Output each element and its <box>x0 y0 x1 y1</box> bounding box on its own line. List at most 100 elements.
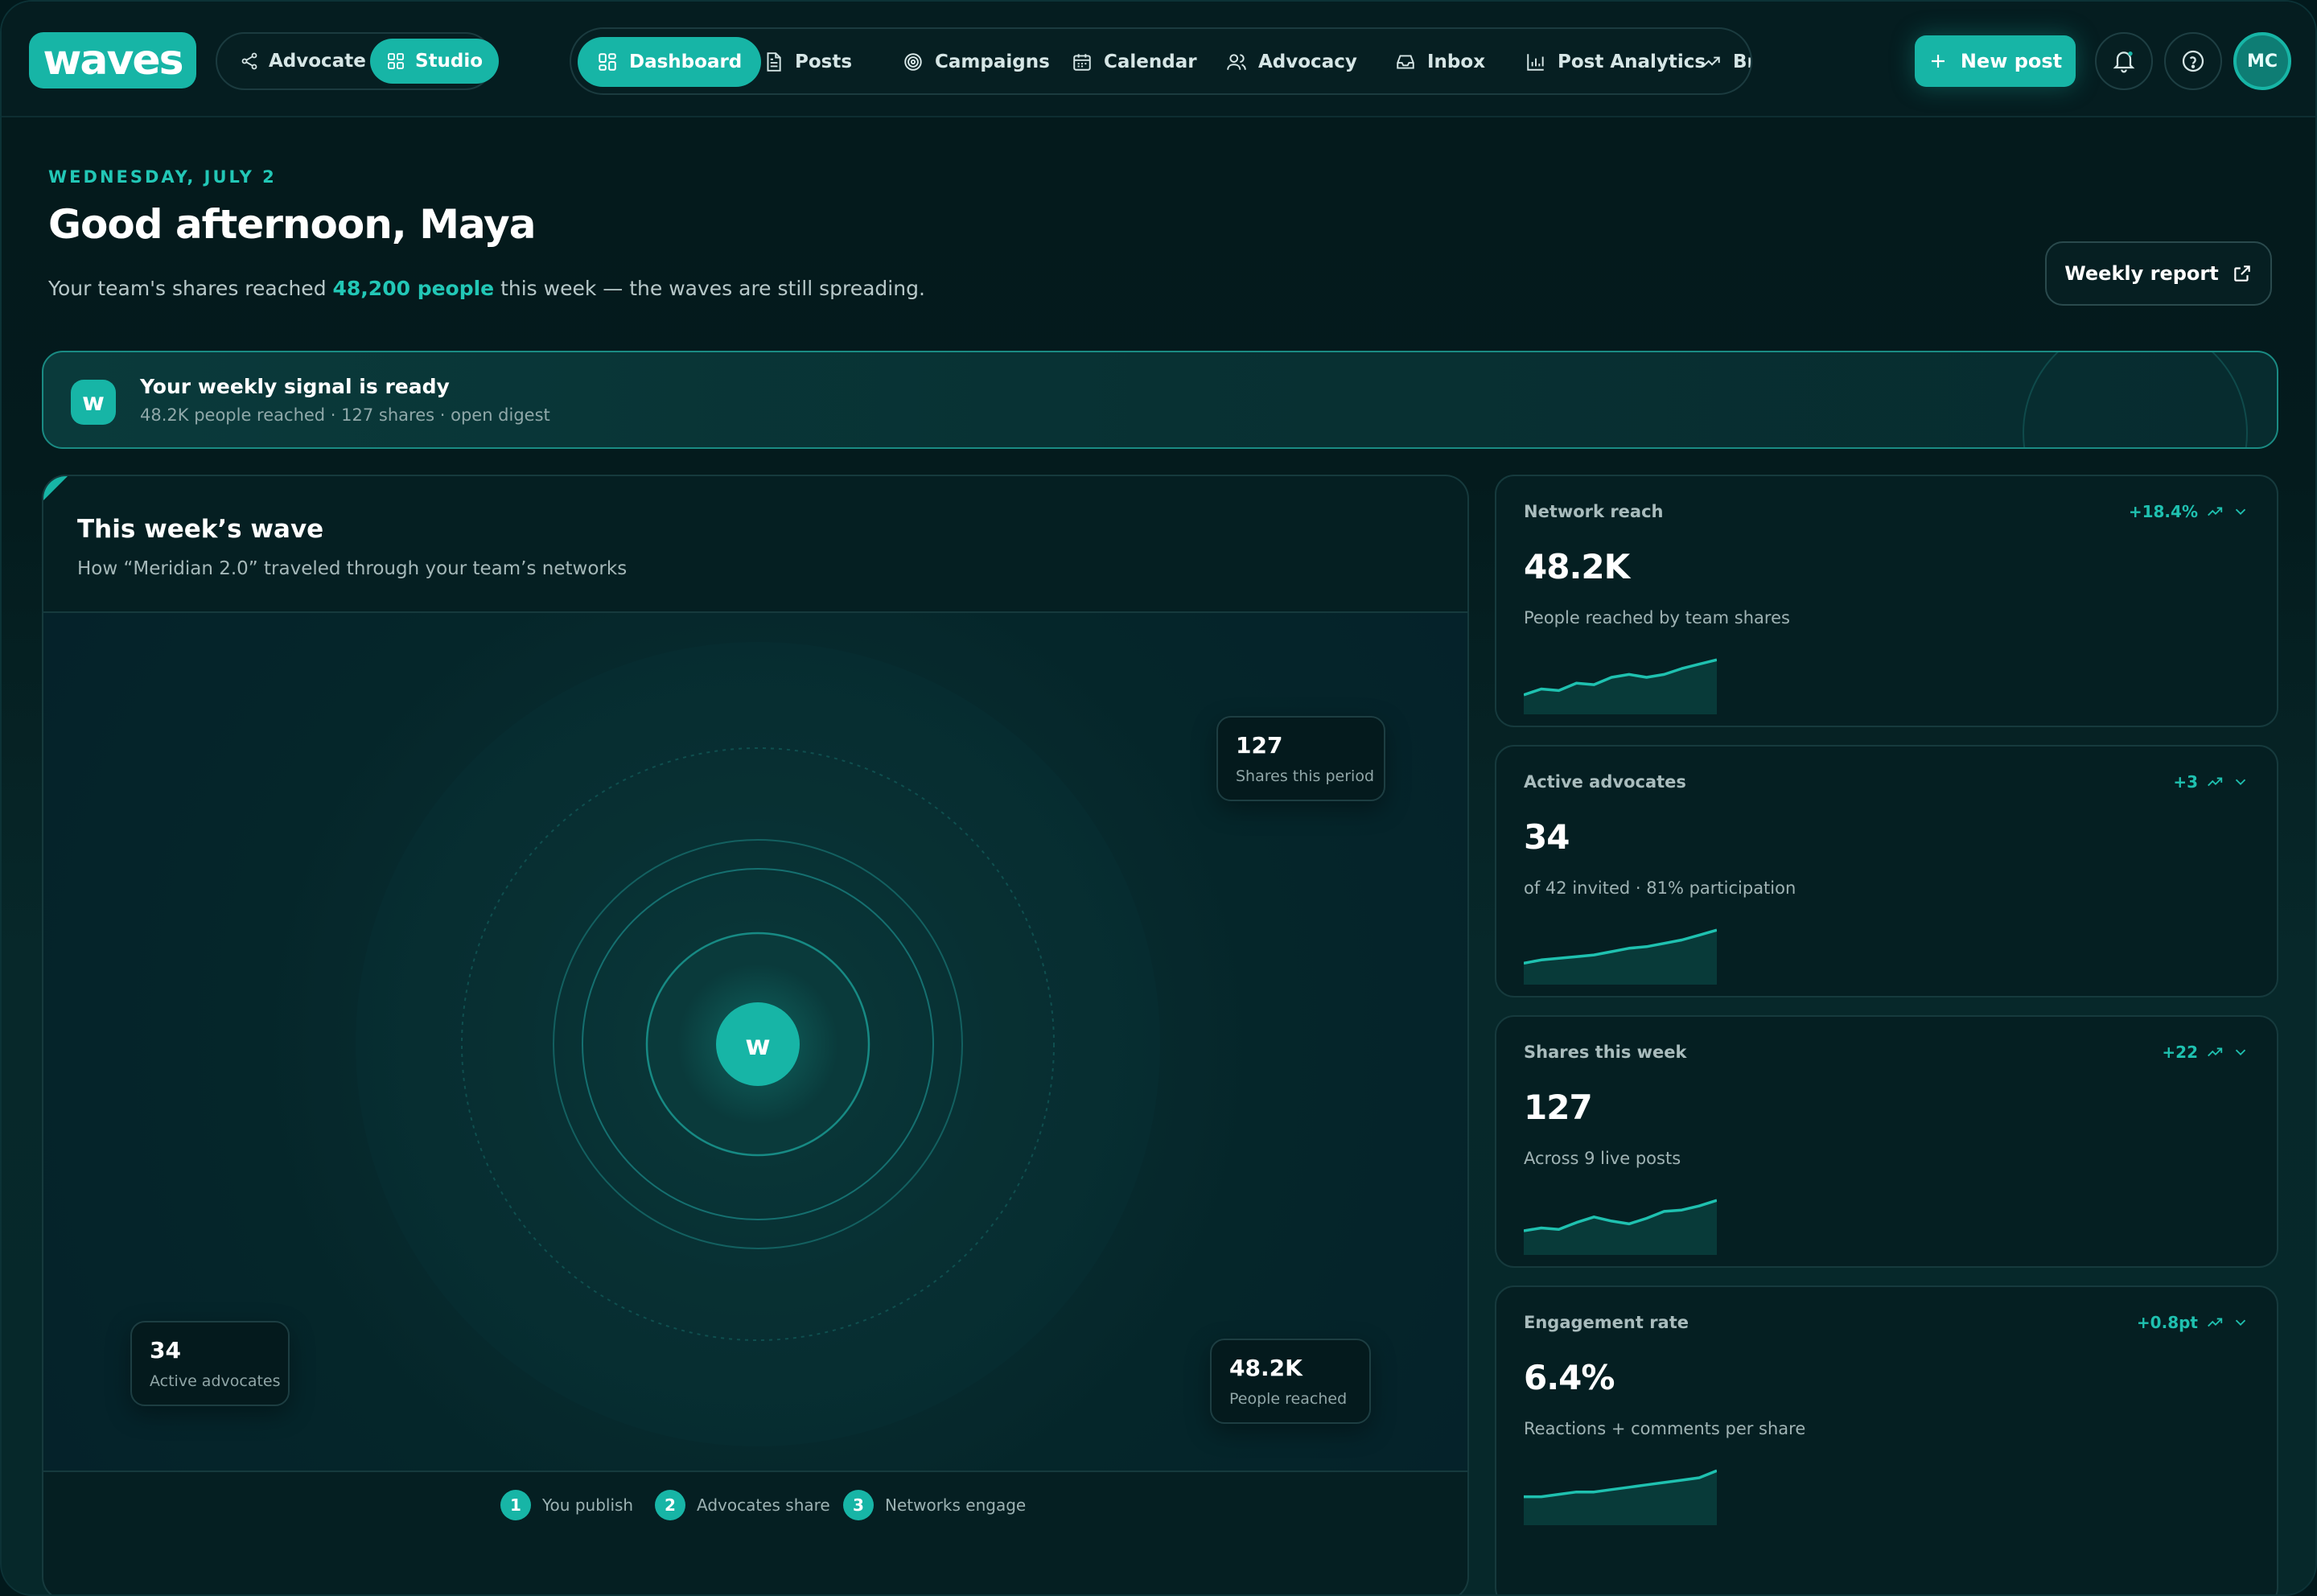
tab-advocacy-label: Advocacy <box>1258 51 1357 72</box>
tab-campaigns[interactable]: Campaigns <box>883 37 1069 87</box>
weekly-wave-panel: This week’s wave How “Meridian 2.0” trav… <box>42 475 1469 1594</box>
target-icon <box>904 53 922 71</box>
metric-delta-value: +3 <box>2173 772 2198 792</box>
tab-campaigns-label: Campaigns <box>935 51 1050 72</box>
tab-calendar-label: Calendar <box>1104 51 1197 72</box>
advocates-chip[interactable]: 34 Active advocates <box>130 1321 290 1406</box>
metric-card-network-reach[interactable]: Network reach +18.4% 48.2K People reache… <box>1495 475 2278 727</box>
metric-delta[interactable]: +18.4% <box>2129 502 2249 521</box>
metric-card-engagement-rate[interactable]: Engagement rate +0.8pt 6.4% Reactions + … <box>1495 1285 2278 1594</box>
sparkline <box>1524 658 1717 714</box>
metric-delta-value: +22 <box>2162 1043 2198 1062</box>
shares-chip-label: Shares this period <box>1236 767 1375 785</box>
main-nav: Dashboard Posts Campaigns Calendar Advoc… <box>570 27 1752 95</box>
tab-posts-label: Posts <box>795 51 853 72</box>
shares-chip[interactable]: 127 Shares this period <box>1216 716 1385 801</box>
tab-dashboard-label: Dashboard <box>629 51 743 72</box>
dashboard-icon <box>599 53 616 71</box>
top-navigation: waves Advocate Studio Dashboard Posts Ca… <box>2 2 2315 117</box>
help-icon <box>2182 50 2204 72</box>
signal-subtitle: 48.2K people reached · 127 shares · open… <box>140 405 550 425</box>
chevron-down-icon <box>2235 1049 2246 1056</box>
step-engage: 3 Networks engage <box>843 1490 1026 1520</box>
tab-calendar[interactable]: Calendar <box>1052 37 1216 87</box>
metric-card-shares-this-week[interactable]: Shares this week +22 127 Across 9 live p… <box>1495 1015 2278 1268</box>
weekly-report-label: Weekly report <box>2064 262 2219 285</box>
step-number: 3 <box>843 1490 874 1520</box>
sparkline <box>1524 928 1717 985</box>
tab-posts[interactable]: Posts <box>743 37 871 87</box>
new-post-label: New post <box>1960 50 2063 72</box>
metric-value: 48.2K <box>1524 547 1630 586</box>
trend-up-icon <box>2208 1047 2223 1057</box>
weekly-signal-banner[interactable]: w Your weekly signal is ready 48.2K peop… <box>42 351 2278 449</box>
wave-visualization: w 127 Shares this period 34 Active advoc… <box>43 613 1467 1471</box>
step-number: 2 <box>655 1490 685 1520</box>
signal-title: Your weekly signal is ready <box>140 375 450 398</box>
notifications-button[interactable] <box>2095 32 2153 90</box>
share-icon <box>241 52 257 70</box>
mode-advocate-button[interactable]: Advocate <box>224 39 382 84</box>
chevron-down-icon <box>2235 508 2246 516</box>
step-number: 1 <box>500 1490 531 1520</box>
metric-delta[interactable]: +22 <box>2162 1043 2249 1062</box>
center-logo-icon: w <box>745 1030 770 1062</box>
waves-logo[interactable]: waves <box>29 32 196 88</box>
user-avatar[interactable]: MC <box>2233 32 2291 90</box>
users-icon <box>1227 54 1246 70</box>
new-post-button[interactable]: New post <box>1915 35 2076 87</box>
app-window: waves Advocate Studio Dashboard Posts Ca… <box>0 0 2317 1596</box>
metric-delta[interactable]: +0.8pt <box>2137 1313 2249 1332</box>
tab-dashboard[interactable]: Dashboard <box>578 37 762 87</box>
advocates-chip-label: Active advocates <box>150 1372 281 1390</box>
hero-subtitle-prefix: Your team's shares reached <box>48 277 333 300</box>
tab-inbox-label: Inbox <box>1427 51 1486 72</box>
tab-advocacy[interactable]: Advocacy <box>1207 37 1377 87</box>
chevron-down-icon <box>2235 779 2246 786</box>
calendar-icon <box>1073 54 1091 71</box>
metric-description: Across 9 live posts <box>1524 1149 1681 1168</box>
metric-card-active-advocates[interactable]: Active advocates +3 34 of 42 invited · 8… <box>1495 745 2278 998</box>
metric-delta[interactable]: +3 <box>2173 772 2249 792</box>
trend-up-icon <box>2208 1318 2223 1327</box>
reach-chip-label: People reached <box>1229 1390 1348 1408</box>
banner-decoration-ring <box>2023 352 2248 447</box>
arrow-up-right-icon[interactable] <box>2272 389 2278 412</box>
weekly-report-button[interactable]: Weekly report <box>2045 241 2272 306</box>
hero-subtitle-suffix: this week — the waves are still spreadin… <box>494 277 925 300</box>
inbox-icon <box>1397 55 1414 69</box>
step-label: Advocates share <box>697 1495 830 1515</box>
step-share: 2 Advocates share <box>655 1490 830 1520</box>
signal-logo-icon: w <box>71 380 116 425</box>
metric-description: Reactions + comments per share <box>1524 1419 1806 1438</box>
mode-studio-button[interactable]: Studio <box>370 39 500 84</box>
greeting-title: Good afternoon, Maya <box>48 201 536 248</box>
wave-subtitle: How “Meridian 2.0” traveled through your… <box>77 558 628 579</box>
metric-value: 34 <box>1524 817 1570 857</box>
mode-switch: Advocate Studio <box>216 32 500 90</box>
step-label: You publish <box>542 1495 634 1515</box>
metric-title: Active advocates <box>1524 772 1686 792</box>
step-publish: 1 You publish <box>500 1490 633 1520</box>
bar-chart-icon <box>1527 54 1544 71</box>
metric-title: Shares this week <box>1524 1043 1687 1062</box>
tab-brand[interactable]: Brar <box>1681 37 1751 87</box>
metric-value: 127 <box>1524 1088 1593 1127</box>
trend-up-icon <box>2208 777 2223 787</box>
sparkline <box>1524 1469 1717 1525</box>
hero-subtitle: Your team's shares reached 48,200 people… <box>48 277 925 300</box>
advocates-chip-value: 34 <box>150 1337 181 1364</box>
hero-subtitle-highlight: 48,200 people <box>332 277 495 300</box>
tab-inbox[interactable]: Inbox <box>1376 37 1504 87</box>
metric-title: Network reach <box>1524 502 1664 521</box>
date-label: WEDNESDAY, JULY 2 <box>48 167 277 187</box>
sparkline <box>1524 1199 1717 1255</box>
reach-chip[interactable]: 48.2K People reached <box>1210 1339 1371 1424</box>
external-link-icon <box>2233 265 2250 282</box>
panel-corner-accent <box>43 476 68 500</box>
bell-icon <box>2113 51 2135 73</box>
metric-delta-value: +0.8pt <box>2136 1313 2198 1332</box>
help-button[interactable] <box>2164 32 2222 90</box>
panel-footer-divider <box>43 1471 1467 1472</box>
tab-brand-label: Brar <box>1733 51 1751 72</box>
